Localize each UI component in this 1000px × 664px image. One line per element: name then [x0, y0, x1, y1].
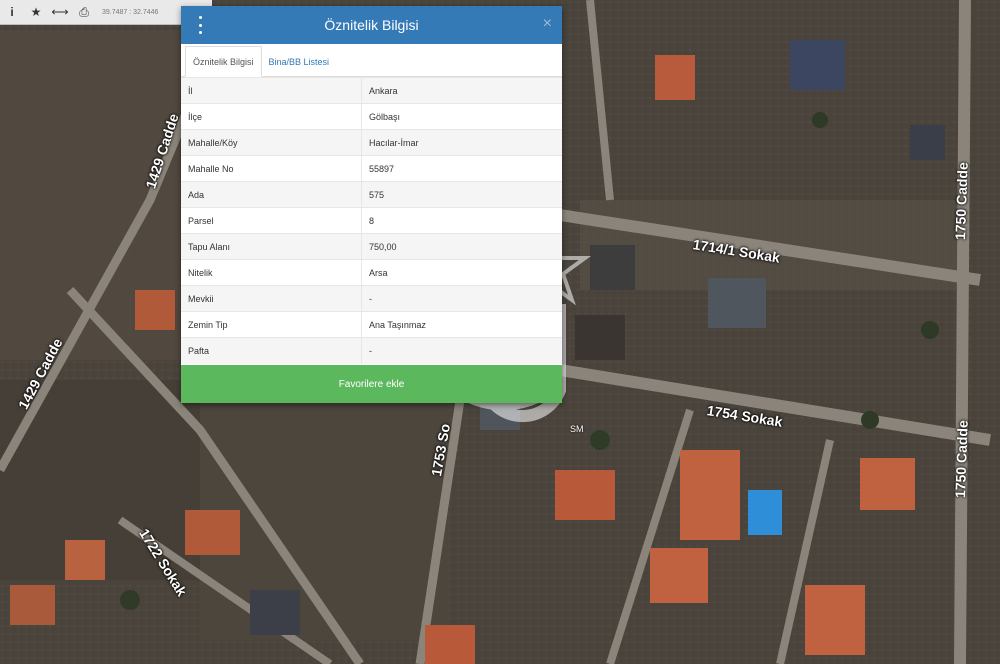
attr-value: Ankara [361, 77, 562, 104]
attr-value: - [361, 285, 562, 312]
attr-key: Parsel [181, 207, 362, 234]
table-row: Mahalle/Köy Hacılar-İmar [181, 129, 562, 156]
table-row: İlçe Gölbaşı [181, 103, 562, 130]
attr-key: Ada [181, 181, 362, 208]
table-row: Ada 575 [181, 181, 562, 208]
street-label-1750-cadde-bottom: 1750 Cadde [952, 419, 971, 499]
attr-value: - [361, 337, 562, 364]
attr-key: Nitelik [181, 259, 362, 286]
attr-value: Ana Taşınmaz [361, 311, 562, 338]
attr-key: İlçe [181, 103, 362, 130]
kebab-menu-icon[interactable] [193, 16, 207, 34]
watermark-text: SM [570, 424, 584, 434]
attr-key: Tapu Alanı [181, 233, 362, 260]
table-row: Tapu Alanı 750,00 [181, 233, 562, 260]
table-row: Mahalle No 55897 [181, 155, 562, 182]
close-icon[interactable]: × [543, 15, 552, 33]
attr-value: Arsa [361, 259, 562, 286]
attr-key: Pafta [181, 337, 362, 364]
print-icon[interactable]: ⎙ [72, 0, 96, 24]
attribute-table: İl Ankara İlçe Gölbaşı Mahalle/Köy Hacılar-… [181, 77, 562, 364]
dialog-header: Öznitelik Bilgisi × [181, 6, 562, 44]
tab-building-list[interactable]: Bina/BB Listesi [262, 47, 337, 76]
attr-key: Mahalle/Köy [181, 129, 362, 156]
add-to-favorites-button[interactable]: Favorilere ekle [181, 365, 562, 403]
coordinate-readout: 39.7487 : 32.7446 [102, 8, 159, 16]
attr-value: Hacılar-İmar [361, 129, 562, 156]
attr-value: 750,00 [361, 233, 562, 260]
attr-key: Mahalle No [181, 155, 362, 182]
table-row: Nitelik Arsa [181, 259, 562, 286]
dialog-tabs: Öznitelik Bilgisi Bina/BB Listesi [181, 44, 562, 77]
info-icon[interactable]: i [0, 0, 24, 24]
attribute-info-dialog: Öznitelik Bilgisi × Öznitelik Bilgisi Bi… [181, 6, 562, 403]
tab-attribute-info[interactable]: Öznitelik Bilgisi [185, 46, 262, 77]
street-label-1750-cadde-top: 1750 Cadde [952, 161, 971, 241]
attr-key: Zemin Tip [181, 311, 362, 338]
attr-value: 55897 [361, 155, 562, 182]
attr-value: 575 [361, 181, 562, 208]
attr-key: Mevkii [181, 285, 362, 312]
attr-value: Gölbaşı [361, 103, 562, 130]
table-row: Zemin Tip Ana Taşınmaz [181, 311, 562, 338]
star-icon[interactable]: ★ [24, 0, 48, 24]
table-row: İl Ankara [181, 77, 562, 104]
measure-icon[interactable]: ⟷ [48, 0, 72, 24]
dialog-title: Öznitelik Bilgisi [324, 17, 419, 33]
table-row: Mevkii - [181, 285, 562, 312]
table-row: Parsel 8 [181, 207, 562, 234]
attr-key: İl [181, 77, 362, 104]
attr-value: 8 [361, 207, 562, 234]
table-row: Pafta - [181, 337, 562, 364]
